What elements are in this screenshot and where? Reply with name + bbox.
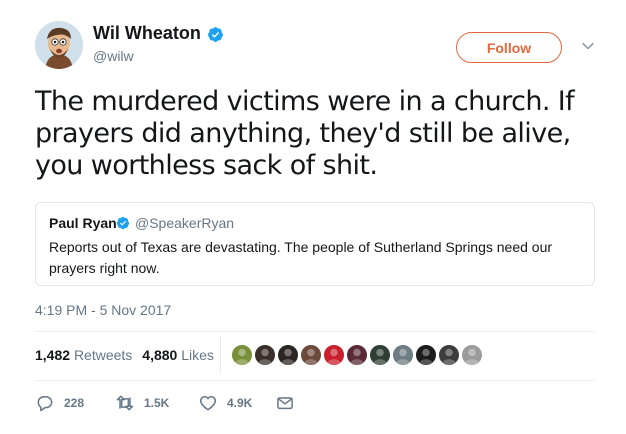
liker-avatar[interactable] <box>276 343 300 367</box>
quoted-tweet-text: Reports out of Texas are devastating. Th… <box>49 239 553 276</box>
divider <box>35 331 595 332</box>
liker-avatar[interactable] <box>345 343 369 367</box>
tweet: Wil Wheaton @wilw Follow The murdered vi… <box>0 0 626 434</box>
quoted-author-name: Paul Ryan <box>49 215 117 231</box>
retweet-count: 1.5K <box>144 396 170 410</box>
likes-stat[interactable]: 4,880 Likes <box>142 347 214 363</box>
like-button[interactable]: 4.9K <box>198 393 252 413</box>
author-avatar[interactable] <box>35 21 83 69</box>
retweets-stat[interactable]: 1,482 Retweets <box>35 347 132 363</box>
tweet-timestamp[interactable]: 4:19 PM - 5 Nov 2017 <box>35 302 171 318</box>
liker-avatar[interactable] <box>414 343 438 367</box>
tweet-text: The murdered victims were in a church. I… <box>35 86 575 181</box>
verified-badge-icon <box>208 27 223 42</box>
heart-icon <box>199 396 217 411</box>
quoted-tweet[interactable]: Paul Ryan @SpeakerRyan Reports out of Te… <box>35 202 595 286</box>
liker-avatar[interactable] <box>299 343 323 367</box>
follow-button[interactable]: Follow <box>456 32 562 63</box>
liker-avatar[interactable] <box>460 343 484 367</box>
likes-label: Likes <box>181 347 214 363</box>
direct-message-button[interactable] <box>275 393 295 413</box>
tweet-stats: 1,482 Retweets 4,880 Likes <box>35 347 224 363</box>
reply-count: 228 <box>64 396 85 410</box>
quoted-author-handle: @SpeakerRyan <box>135 215 235 231</box>
author-handle[interactable]: @wilw <box>93 48 134 64</box>
liker-avatar[interactable] <box>437 343 461 367</box>
liker-avatar[interactable] <box>230 343 254 367</box>
liker-avatar[interactable] <box>322 343 346 367</box>
envelope-icon <box>277 397 293 410</box>
chevron-down-icon[interactable] <box>580 38 596 54</box>
author-name[interactable]: Wil Wheaton <box>93 23 201 44</box>
liker-avatar[interactable] <box>368 343 392 367</box>
retweets-count: 1,482 <box>35 347 71 363</box>
likes-count: 4,880 <box>142 347 178 363</box>
verified-badge-icon <box>116 216 130 230</box>
liker-avatar[interactable] <box>391 343 415 367</box>
stats-separator <box>220 336 221 374</box>
divider <box>35 380 595 381</box>
reply-button[interactable]: 228 <box>35 393 84 413</box>
retweet-icon <box>116 395 134 411</box>
liker-avatar[interactable] <box>253 343 277 367</box>
retweet-button[interactable]: 1.5K <box>115 393 169 413</box>
like-count: 4.9K <box>227 396 253 410</box>
reply-icon <box>37 396 53 412</box>
retweets-label: Retweets <box>73 347 133 363</box>
